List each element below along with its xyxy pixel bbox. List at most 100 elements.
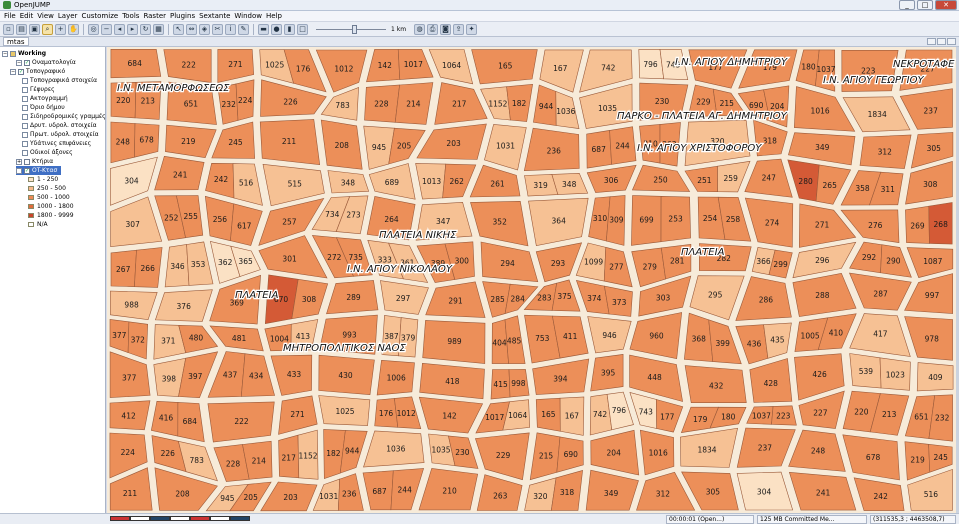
- layer-visibility-checkbox[interactable]: ✓: [18, 68, 24, 75]
- layer-visibility-checkbox[interactable]: [24, 158, 30, 165]
- pan-icon[interactable]: ✋: [68, 23, 79, 35]
- globe-icon[interactable]: ◍: [414, 23, 426, 35]
- layer-category-working[interactable]: − Working: [2, 49, 46, 58]
- block-id-label: 213: [882, 410, 897, 419]
- scale-slider-thumb[interactable]: [352, 24, 357, 34]
- camera-icon[interactable]: ◙: [440, 23, 452, 35]
- layer-item[interactable]: Ακτογραμμή: [22, 94, 68, 103]
- maximize-button[interactable]: □: [917, 0, 933, 10]
- export-icon[interactable]: ⇪: [453, 23, 465, 35]
- menu-customize[interactable]: Customize: [79, 12, 120, 20]
- place-name-label: Ι.Ν. ΑΓΙΟΥ ΓΕΩΡΓΙΟΥ: [823, 75, 924, 86]
- layer-item[interactable]: − ✓ OT-Κτασ: [16, 166, 62, 175]
- block-id-label: 224: [121, 448, 136, 457]
- block-id-label: 286: [759, 295, 774, 304]
- block-id-label: 204: [607, 449, 622, 458]
- zoom-to-selection-icon[interactable]: ⌕: [42, 23, 53, 35]
- block-id-label: 410: [829, 328, 844, 337]
- fill-icon[interactable]: ▮: [284, 23, 295, 35]
- doc-maximize-button[interactable]: [937, 38, 946, 45]
- block-id-label: 347: [436, 217, 451, 226]
- layer-visibility-checkbox[interactable]: ✓: [24, 167, 30, 174]
- expand-toggle-icon[interactable]: +: [16, 158, 22, 165]
- layer-icon[interactable]: ◈: [199, 23, 210, 35]
- edit-icon[interactable]: ✎: [238, 23, 249, 35]
- menu-plugins[interactable]: Plugins: [168, 12, 197, 20]
- block-id-label: 265: [823, 181, 838, 190]
- doc-minimize-button[interactable]: [927, 38, 936, 45]
- block-id-label: 220: [116, 96, 131, 105]
- draw-icon[interactable]: ▬: [258, 23, 269, 35]
- grid-icon[interactable]: ▦: [153, 23, 164, 35]
- measure-icon[interactable]: ⇔: [186, 23, 197, 35]
- layer-label: Δρυτ. υδρολ. στοιχεία: [30, 122, 97, 129]
- frame-icon[interactable]: □: [297, 23, 308, 35]
- scale-slider[interactable]: [316, 24, 386, 35]
- layer-item[interactable]: Δρυτ. υδρολ. στοιχεία: [22, 121, 97, 130]
- zoom-next-icon[interactable]: ▸: [127, 23, 138, 35]
- print-icon[interactable]: ⎙: [427, 23, 439, 35]
- block-id-label: 743: [639, 407, 654, 416]
- expand-toggle-icon[interactable]: −: [16, 167, 22, 174]
- block-id-label: 299: [773, 260, 788, 269]
- menu-layer[interactable]: Layer: [56, 12, 80, 20]
- block-id-label: 257: [282, 217, 297, 226]
- block-id-label: 1031: [319, 492, 338, 501]
- menu-raster[interactable]: Raster: [141, 12, 168, 20]
- menu-help[interactable]: Help: [264, 12, 284, 20]
- block-id-label: 259: [724, 174, 739, 183]
- layer-item[interactable]: − ✓ Οναματολογία: [16, 58, 76, 67]
- toolbar: ▫ ▤ ▣ ⌕ + ✋ ◎ − ◂ ▸ ↻ ▦ ↖ ⇔ ◈ ✂ i ✎ ▬ ● ▮ □ 1 km ◍ ⎙ ◙ ⇪ ✦: [0, 22, 959, 37]
- cut-icon[interactable]: ✂: [212, 23, 223, 35]
- legend-item: 500 - 1000: [28, 193, 70, 202]
- block-id-label: 358: [855, 184, 870, 193]
- zoom-previous-icon[interactable]: ◂: [114, 23, 125, 35]
- block-id-label: 1064: [442, 61, 461, 70]
- layer-item[interactable]: + Κτήρια: [16, 157, 53, 166]
- compass-icon[interactable]: ✦: [466, 23, 478, 35]
- map-svg[interactable]: 684 222 271 1025 176 1012 142 1017 1064 165 167 742…: [107, 47, 956, 513]
- minimize-button[interactable]: _: [899, 0, 915, 10]
- zoom-full-icon[interactable]: ◎: [88, 23, 99, 35]
- zoom-out-icon[interactable]: −: [101, 23, 112, 35]
- menu-tools[interactable]: Tools: [120, 12, 141, 20]
- save-icon[interactable]: ▣: [29, 23, 40, 35]
- layer-item[interactable]: Τοπογραφικά στοιχεία: [22, 76, 97, 85]
- layer-item[interactable]: Σιδηροδρομικές γραμμές: [22, 112, 105, 121]
- map-canvas[interactable]: 684 222 271 1025 176 1012 142 1017 1064 165 167 742…: [107, 47, 956, 513]
- layer-item[interactable]: Υδάτινες επιφάνειες: [22, 139, 91, 148]
- collapse-toggle-icon[interactable]: −: [2, 50, 8, 57]
- block-id-label: 998: [511, 379, 526, 388]
- open-icon[interactable]: ▤: [16, 23, 27, 35]
- new-project-icon[interactable]: ▫: [3, 23, 14, 35]
- layer-item[interactable]: Όριο δήμου: [22, 103, 65, 112]
- block-id-label: 349: [815, 143, 830, 152]
- layer-visibility-checkbox[interactable]: ✓: [24, 59, 30, 66]
- layer-item[interactable]: Πρωτ. υδρολ. στοιχεία: [22, 130, 99, 139]
- block-id-label: 269: [910, 222, 925, 231]
- info-icon[interactable]: i: [225, 23, 236, 35]
- block-id-label: 1037: [816, 65, 835, 74]
- menu-edit[interactable]: Edit: [18, 12, 36, 20]
- menu-file[interactable]: File: [2, 12, 18, 20]
- zoom-in-icon[interactable]: +: [55, 23, 66, 35]
- color-icon[interactable]: ●: [271, 23, 282, 35]
- expand-toggle-icon[interactable]: −: [10, 68, 16, 75]
- select-icon[interactable]: ↖: [173, 23, 184, 35]
- layer-item[interactable]: Οδικοί άξονες: [22, 148, 73, 157]
- refresh-icon[interactable]: ↻: [140, 23, 151, 35]
- menu-window[interactable]: Window: [232, 12, 264, 20]
- layer-label: Τοπογραφικά στοιχεία: [30, 77, 98, 84]
- close-button[interactable]: ✕: [935, 0, 957, 10]
- doc-close-button[interactable]: [947, 38, 956, 45]
- layer-item[interactable]: Γέφυρες: [22, 85, 55, 94]
- document-tab[interactable]: mtas: [3, 37, 29, 46]
- layer-item[interactable]: − ✓ Τοπογραφικό: [10, 67, 65, 76]
- block-id-label: 432: [709, 381, 724, 390]
- block-id-label: 211: [282, 137, 297, 146]
- menu-sextante[interactable]: Sextante: [197, 12, 232, 20]
- menu-view[interactable]: View: [35, 12, 56, 20]
- expand-toggle-icon[interactable]: −: [16, 59, 22, 66]
- block-id-label: 245: [228, 138, 243, 147]
- block-id-label: 433: [287, 370, 302, 379]
